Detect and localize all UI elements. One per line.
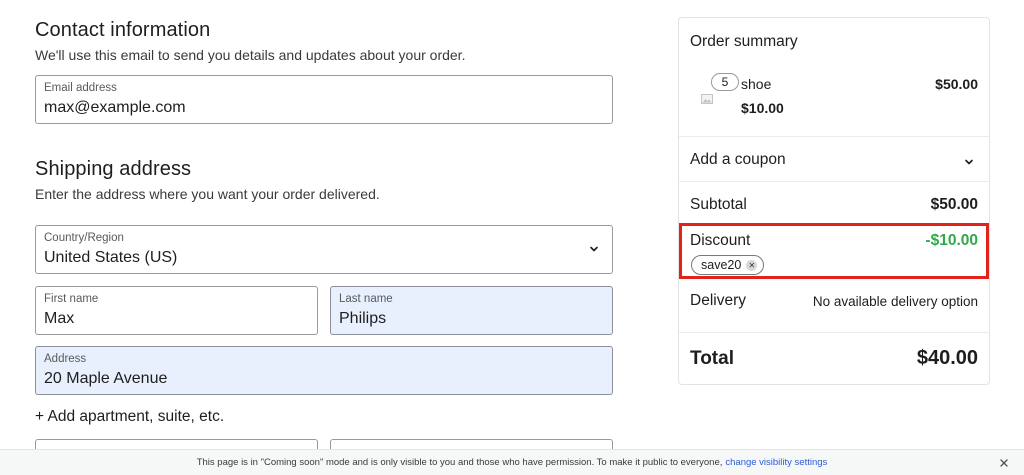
divider <box>679 136 989 137</box>
contact-title: Contact information <box>35 19 211 41</box>
subtotal-label: Subtotal <box>690 196 747 213</box>
country-label: Country/Region <box>44 232 124 244</box>
coming-soon-banner: This page is in "Coming soon" mode and i… <box>0 449 1024 475</box>
chevron-down-icon <box>590 246 598 252</box>
address-label: Address <box>44 353 87 365</box>
product-name: shoe <box>741 76 772 92</box>
email-value[interactable]: max@example.com <box>44 98 604 118</box>
divider <box>679 332 989 333</box>
last-name-value[interactable]: Philips <box>339 309 604 329</box>
image-placeholder-icon <box>701 94 713 104</box>
contact-subtitle: We'll use this email to send you details… <box>35 47 466 63</box>
chevron-down-icon[interactable] <box>963 156 975 168</box>
country-value: United States (US) <box>44 249 178 266</box>
address-field[interactable]: Address 20 Maple Avenue <box>35 346 613 395</box>
close-icon[interactable] <box>999 458 1009 468</box>
discount-value: -$10.00 <box>925 232 978 249</box>
total-value: $40.00 <box>916 347 978 369</box>
banner-text: This page is in "Coming soon" mode and i… <box>196 457 723 468</box>
country-select[interactable]: Country/Region United States (US) <box>35 225 613 274</box>
last-name-field[interactable]: Last name Philips <box>330 286 613 335</box>
delivery-value: No available delivery option <box>812 294 978 309</box>
change-visibility-link[interactable]: change visibility settings <box>725 457 827 468</box>
email-label: Email address <box>44 82 117 94</box>
order-summary: Order summary 5 shoe $10.00 $50.00 Add a… <box>678 17 990 385</box>
discount-label: Discount <box>690 232 751 249</box>
shipping-subtitle: Enter the address where you want your or… <box>35 186 380 202</box>
state-field[interactable] <box>330 439 613 449</box>
product-unit-price: $10.00 <box>741 100 784 116</box>
city-field[interactable] <box>35 439 318 449</box>
first-name-value[interactable]: Max <box>44 309 309 329</box>
add-apartment-link[interactable]: + Add apartment, suite, etc. <box>35 408 224 426</box>
add-coupon-toggle[interactable]: Add a coupon <box>690 151 786 169</box>
quantity-badge: 5 <box>711 73 739 91</box>
delivery-label: Delivery <box>690 292 746 309</box>
last-name-label: Last name <box>339 293 393 305</box>
coupon-code: save20 <box>701 258 742 272</box>
shipping-title: Shipping address <box>35 158 192 180</box>
order-summary-title: Order summary <box>690 33 798 50</box>
discount-row: Discount -$10.00 save20 ✕ <box>679 223 989 279</box>
total-label: Total <box>690 348 734 369</box>
address-value[interactable]: 20 Maple Avenue <box>44 369 604 389</box>
first-name-label: First name <box>44 293 99 305</box>
coupon-chip: save20 ✕ <box>691 255 765 275</box>
email-field[interactable]: Email address max@example.com <box>35 75 613 124</box>
product-line-total: $50.00 <box>935 76 978 92</box>
first-name-field[interactable]: First name Max <box>35 286 318 335</box>
subtotal-value: $50.00 <box>930 196 978 213</box>
remove-coupon-icon[interactable]: ✕ <box>746 259 758 271</box>
divider <box>679 181 989 182</box>
